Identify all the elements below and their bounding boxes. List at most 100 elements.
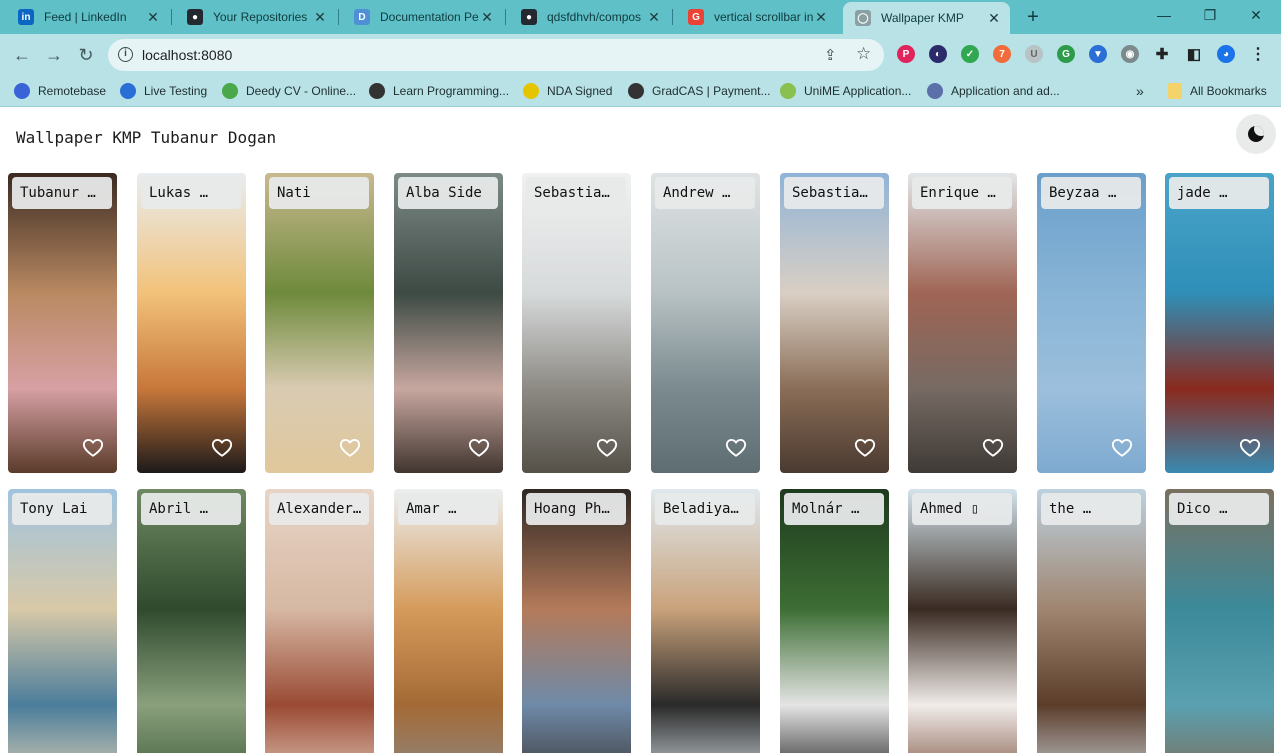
bookmarks-bar: Remotebase Live Testing Deedy CV - Online.… (0, 76, 1281, 107)
new-tab-button[interactable]: + (1022, 6, 1044, 28)
author-name-label: Amar … (398, 493, 498, 525)
author-name-label: Beladiya… (655, 493, 755, 525)
wallpaper-card[interactable]: Tubanur … (8, 173, 117, 473)
side-panel-icon[interactable]: ◧ (1185, 45, 1203, 63)
heart-outline-icon[interactable] (596, 437, 618, 459)
bookmark-label: UniME Application... (804, 84, 912, 98)
wallpaper-card[interactable]: Alexander… (265, 489, 374, 753)
heart-outline-icon[interactable] (211, 437, 233, 459)
wallpaper-card[interactable]: Molnár … (780, 489, 889, 753)
all-bookmarks-button[interactable]: All Bookmarks (1168, 82, 1267, 100)
all-bookmarks-label: All Bookmarks (1190, 84, 1267, 98)
heart-outline-icon[interactable] (982, 437, 1004, 459)
author-name-label: Tubanur … (12, 177, 112, 209)
shield-extension-icon[interactable]: ▼ (1089, 45, 1107, 63)
author-name-label: Dico … (1169, 493, 1269, 525)
wallpaper-card[interactable]: Amar … (394, 489, 503, 753)
heart-outline-icon[interactable] (725, 437, 747, 459)
wallpaper-card[interactable]: Beyzaa … (1037, 173, 1146, 473)
author-name-label: Lukas … (141, 177, 241, 209)
bookmark-favicon-icon (628, 83, 644, 99)
browser-tab[interactable]: Gvertical scrollbar in ✕ (676, 0, 837, 34)
minimize-button[interactable]: — (1141, 0, 1187, 30)
close-tab-icon[interactable]: ✕ (145, 9, 161, 26)
wallpaper-card[interactable]: the … (1037, 489, 1146, 753)
wallpaper-card[interactable]: Sebastia… (780, 173, 889, 473)
wallpaper-card[interactable]: Andrew … (651, 173, 760, 473)
author-name-label: Enrique … (912, 177, 1012, 209)
wallpaper-card[interactable]: jade … (1165, 173, 1274, 473)
wallpaper-card[interactable]: Sebastia… (522, 173, 631, 473)
author-name-label: the … (1041, 493, 1141, 525)
tab-title: Wallpaper KMP (881, 11, 964, 25)
extensions-puzzle-icon[interactable]: ✚ (1153, 45, 1171, 63)
site-info-icon[interactable]: i (118, 47, 133, 62)
heart-outline-icon[interactable] (1111, 437, 1133, 459)
heart-outline-icon[interactable] (1239, 437, 1261, 459)
wallpaper-card[interactable]: Nati (265, 173, 374, 473)
extension-icon[interactable]: U (1025, 45, 1043, 63)
close-tab-icon[interactable]: ✕ (813, 9, 829, 26)
pinterest-extension-icon[interactable]: P (897, 45, 915, 63)
extension-icon[interactable]: 7 (993, 45, 1011, 63)
author-name-label: Nati (269, 177, 369, 209)
close-tab-icon[interactable]: ✕ (986, 10, 1002, 27)
profile-avatar[interactable]: ◕ (1217, 45, 1235, 63)
address-url[interactable]: localhost:8080 (142, 47, 232, 63)
author-name-label: Abril … (141, 493, 241, 525)
more-menu-icon[interactable]: ⋮ (1249, 45, 1267, 63)
browser-tab[interactable]: in Feed | LinkedIn ✕ (6, 0, 169, 34)
tab-title: Feed | LinkedIn (44, 10, 127, 24)
folder-icon (1168, 83, 1182, 99)
wallpaper-card[interactable]: Alba Side (394, 173, 503, 473)
shield-extension-icon[interactable]: ✓ (961, 45, 979, 63)
wallpaper-card[interactable]: Dico … (1165, 489, 1274, 753)
address-bar[interactable]: i localhost:8080 ⇪ ☆ (108, 39, 884, 71)
extension-icon[interactable]: ◐ (929, 45, 947, 63)
github-icon: ● (521, 9, 537, 25)
linkedin-icon: in (18, 9, 34, 25)
wallpaper-card[interactable]: Hoang Ph… (522, 489, 631, 753)
bookmark-item[interactable]: UniME Application... (780, 82, 911, 100)
reload-icon[interactable]: ↻ (74, 43, 98, 67)
wallpaper-card[interactable]: Enrique … (908, 173, 1017, 473)
bookmark-item[interactable]: GradCAS | Payment... (628, 82, 771, 100)
bookmark-item[interactable]: Learn Programming... (369, 82, 509, 100)
bookmark-item[interactable]: NDA Signed (523, 82, 612, 100)
bookmark-item[interactable]: Remotebase (14, 82, 106, 100)
wallpaper-card[interactable]: Ahmed ▯ (908, 489, 1017, 753)
bookmark-item[interactable]: Deedy CV - Online... (222, 82, 356, 100)
bookmarks-overflow-button[interactable]: » (1136, 82, 1144, 100)
wallpaper-card[interactable]: Tony Lai (8, 489, 117, 753)
forward-arrow-icon[interactable]: → (42, 43, 66, 67)
bookmark-label: Application and ad... (951, 84, 1060, 98)
browser-tab[interactable]: ◯ Wallpaper KMP ✕ (843, 2, 1010, 34)
camera-extension-icon[interactable]: ◉ (1121, 45, 1139, 63)
google-extension-icon[interactable]: G (1057, 45, 1075, 63)
bookmark-item[interactable]: Live Testing (120, 82, 207, 100)
heart-outline-icon[interactable] (468, 437, 490, 459)
close-tab-icon[interactable]: ✕ (479, 9, 495, 26)
close-window-button[interactable]: ✕ (1233, 0, 1279, 30)
bookmark-item[interactable]: Application and ad... (927, 82, 1060, 100)
heart-outline-icon[interactable] (854, 437, 876, 459)
close-tab-icon[interactable]: ✕ (646, 9, 662, 26)
close-tab-icon[interactable]: ✕ (312, 9, 328, 26)
share-icon[interactable]: ⇪ (824, 46, 837, 64)
back-arrow-icon[interactable]: ← (10, 43, 34, 67)
browser-tab[interactable]: ● Your Repositories ✕ (175, 0, 336, 34)
author-name-label: Ahmed ▯ (912, 493, 1012, 525)
wallpaper-card[interactable]: Lukas … (137, 173, 246, 473)
theme-toggle-button[interactable] (1236, 114, 1276, 154)
bookmark-star-icon[interactable]: ☆ (856, 44, 871, 64)
browser-tab[interactable]: D Documentation Pe ✕ (342, 0, 503, 34)
wallpaper-card[interactable]: Abril … (137, 489, 246, 753)
wallpaper-card[interactable]: Beladiya… (651, 489, 760, 753)
heart-outline-icon[interactable] (339, 437, 361, 459)
google-icon: G (688, 9, 704, 25)
doc-icon: D (354, 9, 370, 25)
maximize-button[interactable]: ❐ (1187, 0, 1233, 30)
heart-outline-icon[interactable] (82, 437, 104, 459)
tab-separator (505, 9, 506, 25)
browser-tab[interactable]: ● qdsfdhvh/compos ✕ (509, 0, 670, 34)
